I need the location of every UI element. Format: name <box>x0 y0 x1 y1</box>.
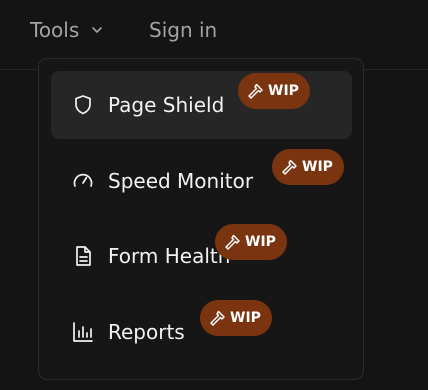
sign-in-link[interactable]: Sign in <box>149 14 217 46</box>
menu-item-label: Reports <box>108 320 185 344</box>
wip-badge: WIP <box>215 224 287 260</box>
chevron-down-icon <box>92 27 103 33</box>
menu-item-label: Form Health <box>108 244 231 268</box>
hammer-icon <box>225 234 240 250</box>
sign-in-label: Sign in <box>149 18 218 42</box>
menu-item-label: Speed Monitor <box>108 169 254 193</box>
wip-badge: WIP <box>272 149 344 185</box>
hammer-icon <box>210 310 225 326</box>
bar-chart-icon <box>73 322 93 342</box>
menu-item-form-health[interactable]: Form Health WIP <box>51 222 352 290</box>
gauge-icon <box>73 173 93 187</box>
tools-menu-trigger[interactable]: Tools <box>30 14 103 46</box>
badge-label: WIP <box>230 310 261 326</box>
badge-label: WIP <box>268 83 299 99</box>
tools-dropdown-menu: Page Shield WIP Speed Monitor WIP Form H… <box>38 58 364 380</box>
badge-label: WIP <box>302 159 333 175</box>
menu-item-reports[interactable]: Reports WIP <box>51 298 352 366</box>
menu-item-page-shield[interactable]: Page Shield WIP <box>51 71 352 139</box>
shield-icon <box>75 95 91 115</box>
badge-label: WIP <box>245 234 276 250</box>
menu-item-label: Page Shield <box>108 93 225 117</box>
tools-label: Tools <box>30 18 80 42</box>
document-icon <box>76 246 91 266</box>
hammer-icon <box>248 83 263 99</box>
hammer-icon <box>282 159 297 175</box>
wip-badge: WIP <box>238 73 310 109</box>
menu-item-speed-monitor[interactable]: Speed Monitor WIP <box>51 147 352 215</box>
wip-badge: WIP <box>200 300 272 336</box>
